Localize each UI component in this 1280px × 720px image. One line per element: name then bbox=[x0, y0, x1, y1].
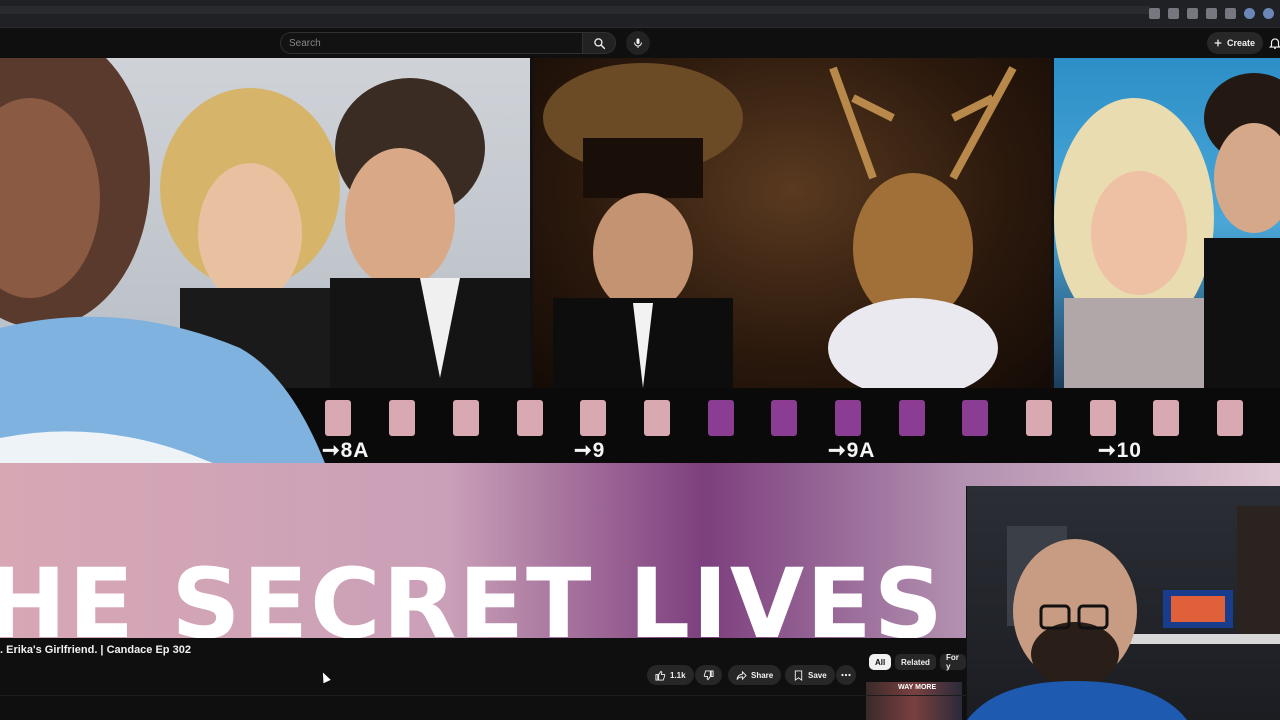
film-hole bbox=[1217, 400, 1243, 436]
film-hole bbox=[1026, 400, 1052, 436]
account-avatar-icon[interactable] bbox=[1263, 8, 1274, 19]
film-hole bbox=[835, 400, 861, 436]
film-hole bbox=[708, 400, 734, 436]
search-button[interactable] bbox=[582, 32, 616, 54]
more-actions-button[interactable] bbox=[836, 665, 856, 685]
address-bar[interactable] bbox=[0, 6, 1150, 14]
browser-toolbar bbox=[0, 0, 1280, 28]
photo-middle-illustration bbox=[543, 63, 1017, 388]
plus-icon bbox=[1214, 39, 1222, 47]
film-hole bbox=[899, 400, 925, 436]
star-icon[interactable] bbox=[1187, 8, 1198, 19]
share-button[interactable]: Share bbox=[728, 665, 782, 685]
create-label: Create bbox=[1227, 38, 1256, 48]
film-hole bbox=[453, 400, 479, 436]
thumbs-up-icon bbox=[655, 670, 666, 681]
bookmark-icon bbox=[794, 669, 803, 681]
frame-label: ➞9A bbox=[828, 439, 876, 462]
film-hole bbox=[962, 400, 988, 436]
thumbnail-photo-right bbox=[1054, 58, 1280, 388]
film-hole bbox=[1153, 400, 1179, 436]
thumbs-down-icon bbox=[703, 669, 714, 680]
search-box bbox=[280, 32, 582, 54]
photo-right-illustration bbox=[1054, 73, 1280, 388]
share-label: Share bbox=[751, 670, 774, 680]
thumbnail-title-text: HE SECRET LIVES bbox=[0, 548, 945, 638]
video-info-bar: . Erika's Girlfriend. | Candace Ep 302 1… bbox=[0, 638, 966, 720]
search-icon bbox=[593, 37, 605, 49]
share-icon bbox=[736, 670, 747, 680]
divider bbox=[0, 695, 966, 696]
search-input[interactable] bbox=[281, 33, 582, 54]
frame-label: ➞9 bbox=[574, 439, 606, 462]
video-title: . Erika's Girlfriend. | Candace Ep 302 bbox=[0, 644, 191, 656]
thumbnail-photo-middle bbox=[533, 58, 1051, 388]
voice-search-button[interactable] bbox=[626, 31, 650, 55]
youtube-masthead: Create bbox=[0, 28, 1280, 58]
related-thumb-text: WAY MORE bbox=[898, 684, 937, 691]
cast-icon[interactable] bbox=[1225, 8, 1236, 19]
profile-icon[interactable] bbox=[1244, 8, 1255, 19]
film-hole bbox=[1090, 400, 1116, 436]
browser-extension-icons bbox=[1149, 8, 1274, 19]
film-hole bbox=[771, 400, 797, 436]
webcam-person-illustration bbox=[967, 506, 1280, 720]
like-count: 1.1k bbox=[670, 670, 686, 680]
more-horizontal-icon bbox=[841, 673, 851, 677]
chip-all[interactable]: All bbox=[869, 654, 892, 670]
create-button[interactable]: Create bbox=[1207, 32, 1264, 54]
save-button[interactable]: Save bbox=[785, 665, 835, 685]
microphone-icon bbox=[634, 38, 642, 48]
youtube-watch-page: Create bbox=[0, 0, 1280, 720]
film-hole bbox=[517, 400, 543, 436]
screenshot-icon[interactable] bbox=[1168, 8, 1179, 19]
extension-icon[interactable] bbox=[1206, 8, 1217, 19]
related-video-thumbnail[interactable]: WAY MORE bbox=[866, 682, 962, 720]
like-button[interactable]: 1.1k bbox=[647, 665, 694, 685]
save-label: Save bbox=[808, 670, 827, 680]
chip-for-you[interactable]: For y bbox=[940, 653, 966, 671]
chip-related[interactable]: Related bbox=[895, 654, 936, 670]
frame-label: ➞10 bbox=[1098, 439, 1142, 462]
film-hole bbox=[389, 400, 415, 436]
dislike-button[interactable] bbox=[695, 665, 722, 685]
film-hole bbox=[644, 400, 670, 436]
webcam-overlay bbox=[966, 486, 1280, 720]
zoom-icon[interactable] bbox=[1149, 8, 1160, 19]
film-hole bbox=[580, 400, 606, 436]
notifications-bell-icon[interactable] bbox=[1268, 36, 1280, 50]
